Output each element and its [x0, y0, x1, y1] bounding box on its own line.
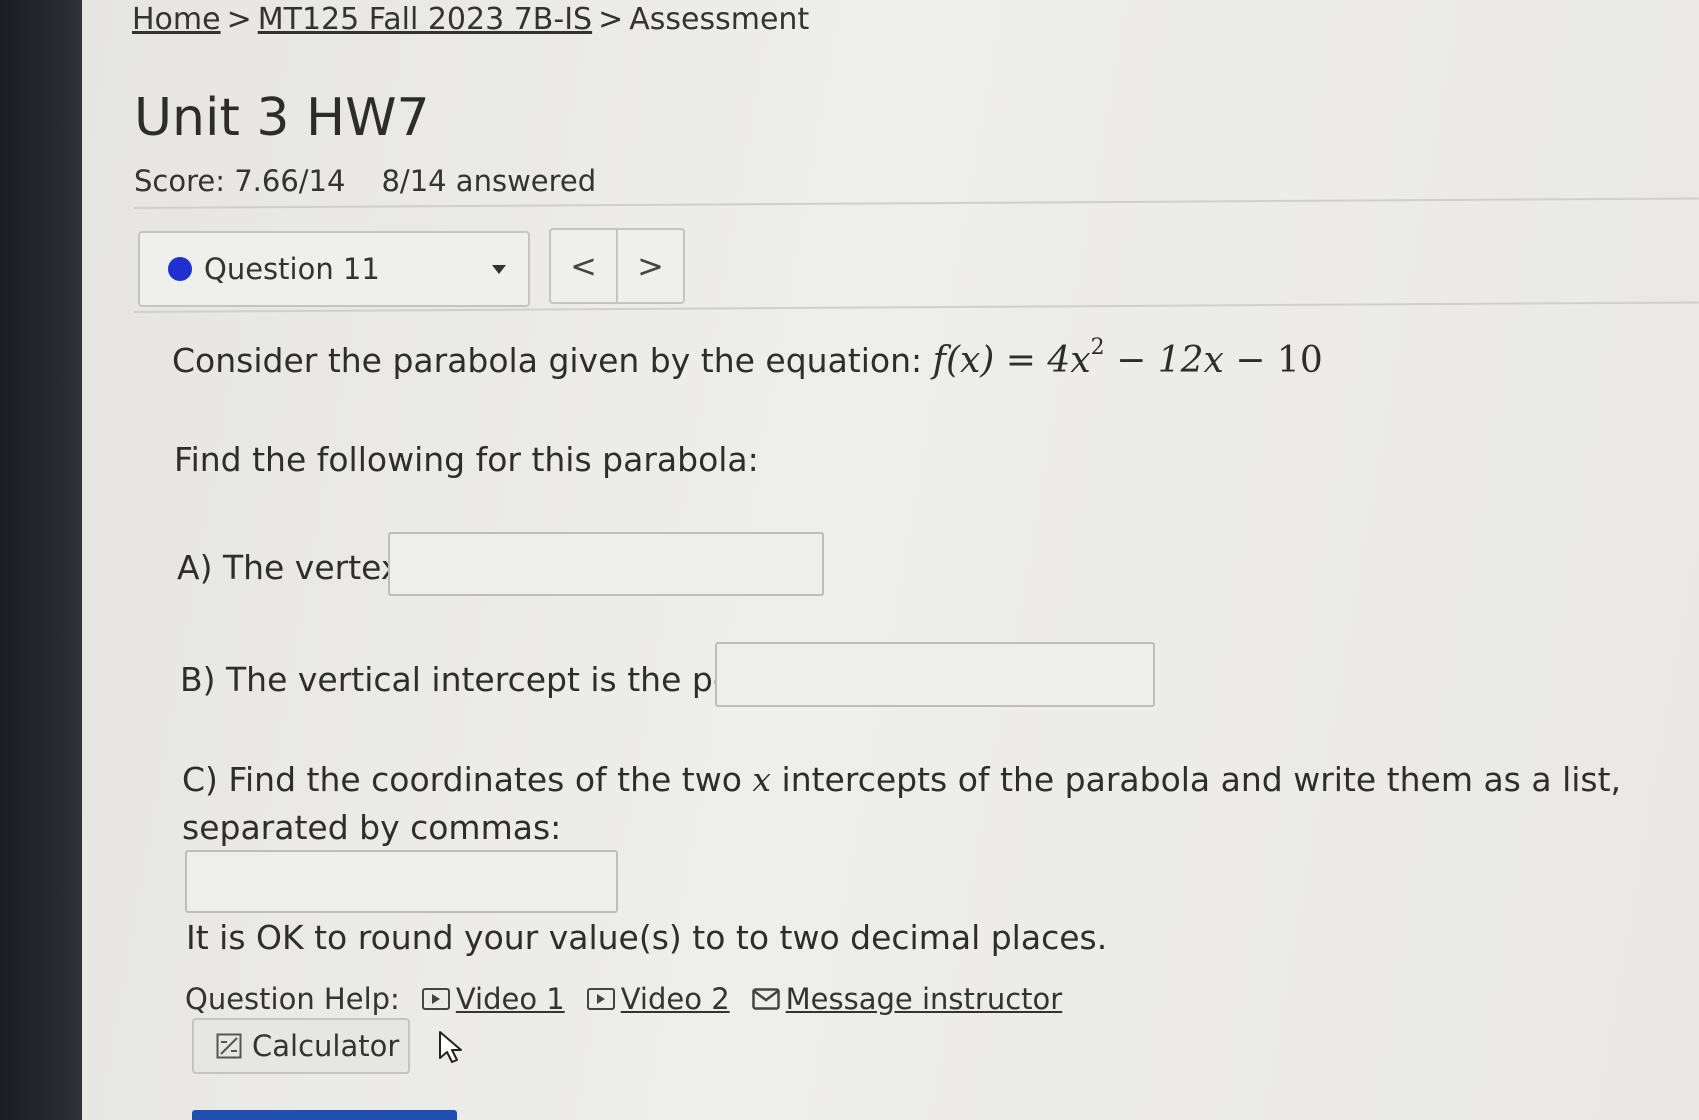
- part-c-text: intercepts of the parabola and write the…: [781, 760, 1622, 799]
- part-c-label: C) Find the coordinates of the two x int…: [182, 760, 1621, 799]
- breadcrumb-separator: >: [226, 2, 252, 37]
- x-intercepts-input[interactable]: [185, 850, 618, 913]
- calculator-button[interactable]: Calculator: [192, 1018, 410, 1074]
- submit-button[interactable]: [192, 1110, 457, 1120]
- question-status-dot: [168, 257, 192, 281]
- equation-operator: −: [1235, 340, 1266, 381]
- score-text: Score: 7.66/14: [134, 164, 346, 198]
- find-instruction: Find the following for this parabola:: [174, 440, 759, 479]
- equation-term-2: 12x: [1157, 340, 1224, 381]
- mail-icon: [751, 988, 780, 1010]
- caret-down-icon: [492, 264, 506, 274]
- video-2-link[interactable]: Video 2: [586, 982, 730, 1016]
- vertex-input[interactable]: [388, 532, 824, 596]
- breadcrumb-current: Assessment: [629, 2, 810, 37]
- score-summary: Score: 7.66/14 8/14 answered: [134, 164, 596, 198]
- page-title: Unit 3 HW7: [134, 88, 430, 148]
- video-1-link[interactable]: Video 1: [421, 982, 565, 1016]
- assessment-page: Home > MT125 Fall 2023 7B-IS > Assessment Un…: [82, 0, 1699, 1120]
- calculator-label: Calculator: [252, 1029, 400, 1063]
- breadcrumb-separator: >: [598, 2, 624, 37]
- next-question-button[interactable]: >: [618, 230, 683, 302]
- equation-exponent: 2: [1090, 335, 1105, 360]
- part-c-label-line2: separated by commas:: [182, 808, 562, 847]
- part-c-variable: x: [752, 760, 772, 799]
- equation-term-1: 4x: [1047, 340, 1091, 381]
- equation-term-3: 10: [1276, 340, 1323, 381]
- question-dropdown-label: Question 11: [204, 252, 380, 286]
- part-a-label: A) The vertex:: [177, 548, 412, 587]
- chevron-right-icon: >: [637, 247, 664, 285]
- question-help: Question Help: Video 1 Video 2 Message i…: [185, 982, 1062, 1016]
- question-intro: Consider the parabola given by the equat…: [172, 337, 1323, 382]
- calculator-icon: [216, 1033, 242, 1059]
- video-icon: [586, 988, 615, 1010]
- breadcrumb-home-link[interactable]: Home: [132, 2, 221, 37]
- parabola-equation: f(x) = 4x2 − 12x − 10: [932, 337, 1323, 382]
- part-b-label: B) The vertical intercept is the point: [180, 660, 777, 699]
- part-c-text: C) Find the coordinates of the two: [182, 760, 742, 799]
- answered-count: 8/14 answered: [381, 164, 597, 198]
- chevron-left-icon: <: [570, 247, 597, 285]
- question-dropdown[interactable]: Question 11: [138, 231, 530, 307]
- breadcrumb-course-link[interactable]: MT125 Fall 2023 7B-IS: [258, 2, 592, 37]
- message-instructor-link[interactable]: Message instructor: [751, 982, 1063, 1016]
- question-nav-buttons: < >: [549, 228, 685, 304]
- rounding-note: It is OK to round your value(s) to to tw…: [186, 918, 1108, 957]
- breadcrumb: Home > MT125 Fall 2023 7B-IS > Assessment: [132, 2, 809, 37]
- question-intro-text: Consider the parabola given by the equat…: [172, 341, 923, 380]
- equation-operator: −: [1116, 340, 1147, 381]
- video-1-label: Video 1: [455, 982, 565, 1016]
- vertical-intercept-input[interactable]: [715, 642, 1155, 707]
- message-instructor-label: Message instructor: [785, 982, 1063, 1016]
- video-icon: [421, 988, 450, 1010]
- equation-equals: =: [1005, 340, 1036, 381]
- question-help-label: Question Help:: [185, 982, 400, 1016]
- monitor-bezel: [0, 0, 82, 1120]
- equation-lhs: f(x): [932, 340, 995, 381]
- previous-question-button[interactable]: <: [551, 230, 618, 302]
- mouse-cursor-icon: [439, 1031, 462, 1063]
- divider: [133, 197, 1699, 209]
- video-2-label: Video 2: [620, 982, 730, 1016]
